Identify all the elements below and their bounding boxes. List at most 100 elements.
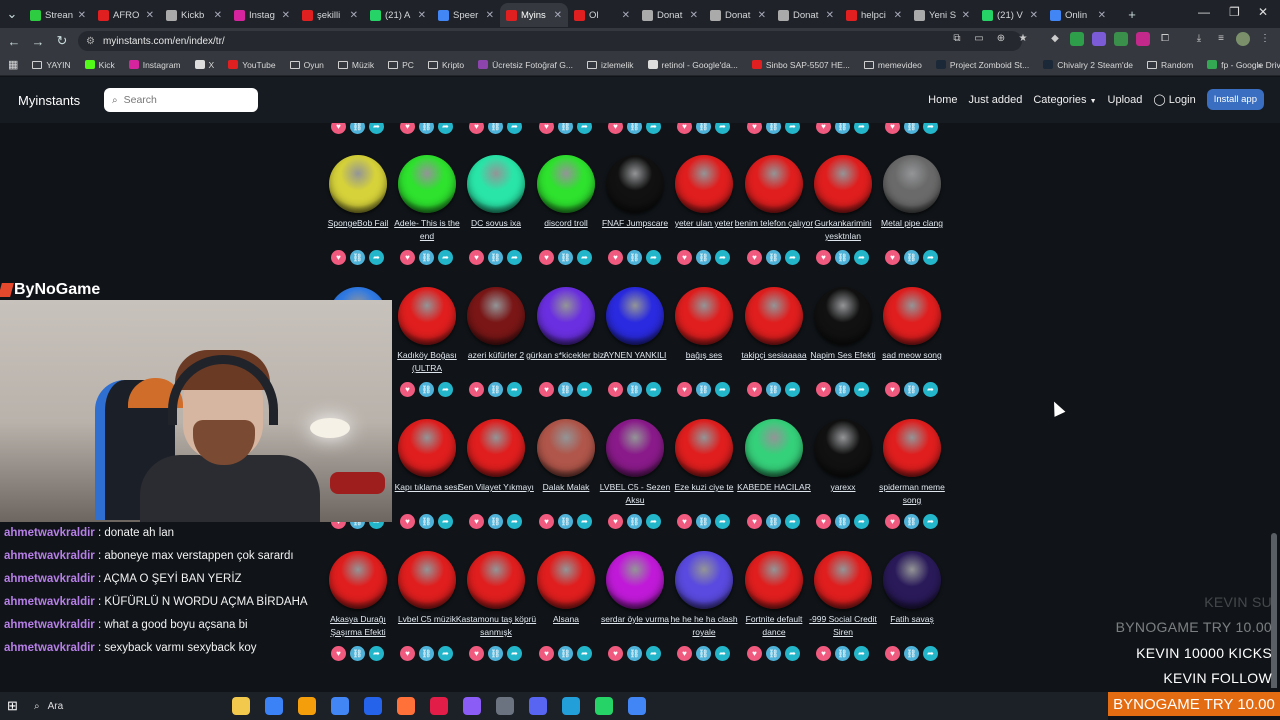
bookmark-item[interactable]: retinol - Google'da... xyxy=(647,60,738,70)
nav-upload[interactable]: Upload xyxy=(1108,94,1143,106)
share-icon[interactable]: ➦ xyxy=(507,514,522,529)
favorite-heart-icon[interactable]: ♥ xyxy=(816,123,831,134)
favorite-heart-icon[interactable]: ♥ xyxy=(816,382,831,397)
share-icon[interactable]: ➦ xyxy=(715,382,730,397)
instant-play-button[interactable] xyxy=(745,419,803,477)
favorite-heart-icon[interactable]: ♥ xyxy=(677,250,692,265)
share-icon[interactable]: ➦ xyxy=(854,382,869,397)
nav-home[interactable]: Home xyxy=(928,94,957,106)
browser-tab[interactable]: Donat ✕ xyxy=(772,3,840,27)
instant-play-button[interactable] xyxy=(675,155,733,213)
instant-play-button[interactable] xyxy=(467,155,525,213)
favorite-heart-icon[interactable]: ♥ xyxy=(816,646,831,661)
favorite-heart-icon[interactable]: ♥ xyxy=(469,250,484,265)
favorite-heart-icon[interactable]: ♥ xyxy=(539,382,554,397)
install-app-button[interactable]: Install app xyxy=(1206,89,1264,110)
favorite-heart-icon[interactable]: ♥ xyxy=(608,514,623,529)
favorite-heart-icon[interactable]: ♥ xyxy=(608,646,623,661)
favorite-heart-icon[interactable]: ♥ xyxy=(539,123,554,134)
favorite-heart-icon[interactable]: ♥ xyxy=(885,646,900,661)
bookmark-item[interactable]: Kripto xyxy=(427,60,464,70)
copy-link-icon[interactable]: ⛓ xyxy=(558,382,573,397)
instant-play-button[interactable] xyxy=(398,155,456,213)
cast-icon[interactable]: ▭ xyxy=(972,32,986,46)
share-icon[interactable]: ➦ xyxy=(785,123,800,134)
bookmark-item[interactable]: Müzik xyxy=(337,60,374,70)
browser-tab[interactable]: Kickb ✕ xyxy=(160,3,228,27)
favorite-heart-icon[interactable]: ♥ xyxy=(608,250,623,265)
favorite-heart-icon[interactable]: ♥ xyxy=(469,514,484,529)
browser-tab[interactable]: Onlin ✕ xyxy=(1044,3,1112,27)
tab-close-icon[interactable]: ✕ xyxy=(78,10,86,21)
copy-link-icon[interactable]: ⛓ xyxy=(488,646,503,661)
bookmark-item[interactable]: Kick xyxy=(84,60,115,70)
favorite-heart-icon[interactable]: ♥ xyxy=(400,382,415,397)
copy-link-icon[interactable]: ⛓ xyxy=(558,123,573,134)
instant-play-button[interactable] xyxy=(883,419,941,477)
favorite-heart-icon[interactable]: ♥ xyxy=(331,250,346,265)
copy-link-icon[interactable]: ⛓ xyxy=(696,250,711,265)
instant-play-button[interactable] xyxy=(606,155,664,213)
taskbar-app-icon[interactable] xyxy=(628,697,646,715)
browser-tab[interactable]: (21) A ✕ xyxy=(364,3,432,27)
favorite-heart-icon[interactable]: ♥ xyxy=(469,382,484,397)
browser-tab[interactable]: Myins ✕ xyxy=(500,3,568,27)
bookmark-item[interactable]: PC xyxy=(388,60,414,70)
copy-link-icon[interactable]: ⛓ xyxy=(419,514,434,529)
extensions-puzzle-icon[interactable]: ⧠ xyxy=(1158,32,1172,46)
copy-link-icon[interactable]: ⛓ xyxy=(419,646,434,661)
copy-link-icon[interactable]: ⛓ xyxy=(627,514,642,529)
close-window-icon[interactable]: ✕ xyxy=(1258,5,1268,19)
extension-green-icon[interactable] xyxy=(1070,32,1084,46)
favorite-heart-icon[interactable]: ♥ xyxy=(747,514,762,529)
tab-close-icon[interactable]: ✕ xyxy=(418,10,426,21)
share-icon[interactable]: ➦ xyxy=(577,646,592,661)
instant-play-button[interactable] xyxy=(883,287,941,345)
share-icon[interactable]: ➦ xyxy=(715,646,730,661)
share-icon[interactable]: ➦ xyxy=(646,250,661,265)
favorite-heart-icon[interactable]: ♥ xyxy=(331,646,346,661)
favorite-heart-icon[interactable]: ♥ xyxy=(331,123,346,134)
bookmark-star-icon[interactable]: ★ xyxy=(1016,32,1030,46)
favorite-heart-icon[interactable]: ♥ xyxy=(885,250,900,265)
favorite-heart-icon[interactable]: ♥ xyxy=(885,123,900,134)
nav-just-added[interactable]: Just added xyxy=(969,94,1023,106)
browser-tab[interactable]: AFRO ✕ xyxy=(92,3,160,27)
taskbar-app-icon[interactable] xyxy=(529,697,547,715)
tab-close-icon[interactable]: ✕ xyxy=(622,10,630,21)
favorite-heart-icon[interactable]: ♥ xyxy=(539,646,554,661)
copy-link-icon[interactable]: ⛓ xyxy=(627,250,642,265)
favorite-heart-icon[interactable]: ♥ xyxy=(677,123,692,134)
taskbar-app-icon[interactable] xyxy=(364,697,382,715)
favorite-heart-icon[interactable]: ♥ xyxy=(608,382,623,397)
apps-grid-icon[interactable]: ▦ xyxy=(8,58,18,71)
instant-play-button[interactable] xyxy=(537,287,595,345)
copy-link-icon[interactable]: ⛓ xyxy=(904,123,919,134)
minimize-icon[interactable]: — xyxy=(1198,5,1210,19)
bookmark-item[interactable]: X xyxy=(194,60,214,70)
tab-close-icon[interactable]: ✕ xyxy=(690,10,698,21)
copy-link-icon[interactable]: ⛓ xyxy=(835,250,850,265)
more-bookmarks-icon[interactable]: » xyxy=(1257,60,1262,70)
favorite-heart-icon[interactable]: ♥ xyxy=(677,382,692,397)
instant-title-link[interactable]: spiderman meme song xyxy=(871,481,953,509)
start-icon[interactable]: ⊞ xyxy=(7,698,18,714)
instant-play-button[interactable] xyxy=(745,287,803,345)
share-icon[interactable]: ➦ xyxy=(438,250,453,265)
favorite-heart-icon[interactable]: ♥ xyxy=(677,646,692,661)
browser-tab[interactable]: Donat ✕ xyxy=(704,3,772,27)
copy-link-icon[interactable]: ⛓ xyxy=(488,514,503,529)
tab-close-icon[interactable]: ✕ xyxy=(1098,10,1106,21)
copy-link-icon[interactable]: ⛓ xyxy=(558,646,573,661)
taskbar-app-icon[interactable] xyxy=(298,697,316,715)
extension-multi-icon[interactable] xyxy=(1114,32,1128,46)
url-field[interactable]: ⚙ myinstants.com/en/index/tr/ xyxy=(78,31,1022,51)
site-info-icon[interactable]: ⚙ xyxy=(86,36,95,47)
copy-link-icon[interactable]: ⛓ xyxy=(488,382,503,397)
copy-link-icon[interactable]: ⛓ xyxy=(696,382,711,397)
favorite-heart-icon[interactable]: ♥ xyxy=(677,514,692,529)
instant-play-button[interactable] xyxy=(745,155,803,213)
share-icon[interactable]: ➦ xyxy=(438,123,453,134)
instant-play-button[interactable] xyxy=(606,419,664,477)
share-icon[interactable]: ➦ xyxy=(507,250,522,265)
